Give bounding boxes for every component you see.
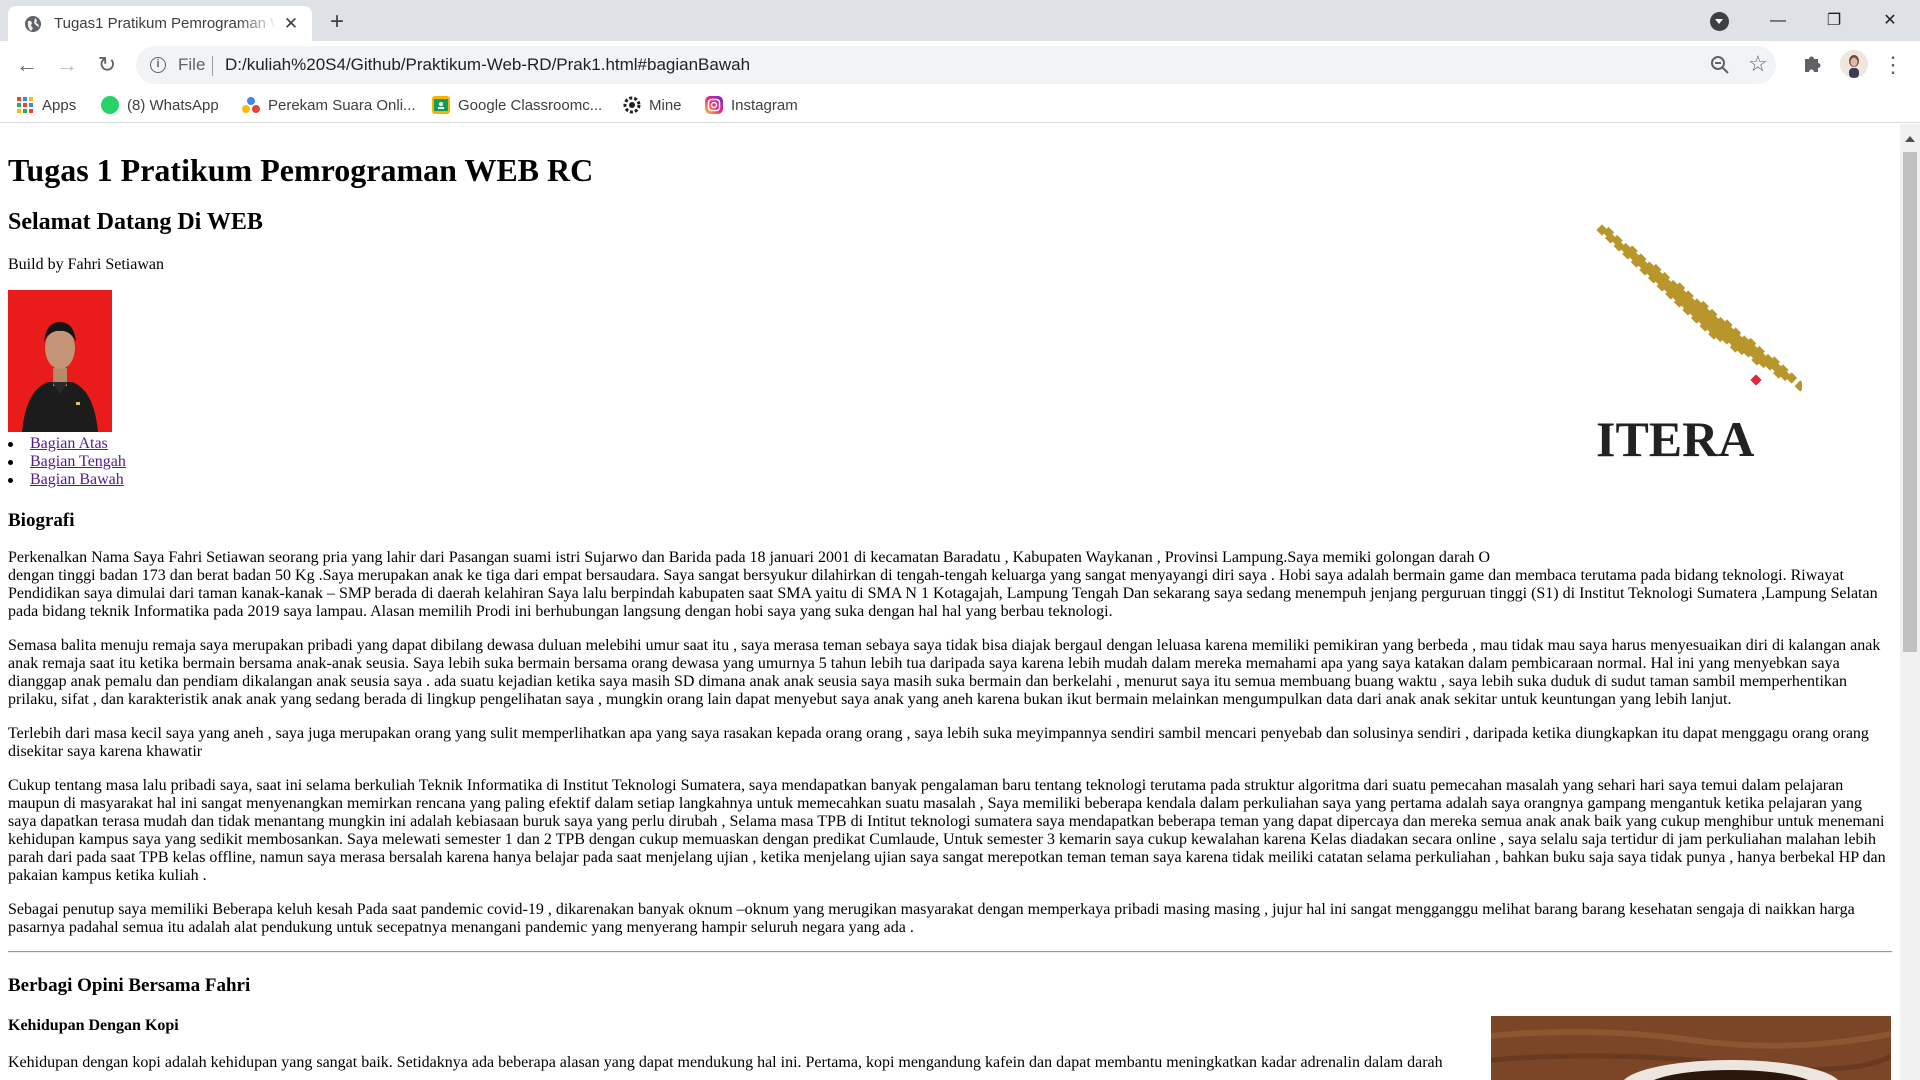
restore-button[interactable]: ❐ xyxy=(1804,0,1864,41)
bookmark-apps[interactable]: Apps xyxy=(16,96,76,116)
kopi-heading: Kehidupan Dengan Kopi xyxy=(8,1017,179,1034)
minimize-button[interactable]: — xyxy=(1748,0,1808,41)
text-line: parah dari pada saat TPB kelas offline, … xyxy=(8,849,1886,866)
close-window-button[interactable]: ✕ xyxy=(1860,0,1920,41)
link-bagian-tengah[interactable]: Bagian Tengah xyxy=(30,453,126,470)
logo-squares xyxy=(1596,224,1802,392)
url-text[interactable]: D:/kuliah%20S4/Github/Praktikum-Web-RD/P… xyxy=(225,56,750,74)
bookmark-label: (8) WhatsApp xyxy=(127,97,219,114)
bookmarks-bar: Apps (8) WhatsApp Perekam Suara Onli... … xyxy=(0,89,1920,123)
coffee-image xyxy=(1491,1016,1891,1080)
profile-photo xyxy=(8,290,112,432)
biografi-heading: Biografi xyxy=(8,510,75,531)
scroll-up-arrow-icon[interactable] xyxy=(1905,136,1915,142)
tab-search-icon[interactable] xyxy=(1710,12,1729,31)
logo-text: ITERA xyxy=(1596,411,1754,464)
recorder-icon xyxy=(242,96,260,114)
logo-red-square xyxy=(1750,374,1762,386)
text-line: Sebagai penutup saya memiliki Beberapa k… xyxy=(8,901,1855,918)
link-bagian-atas[interactable]: Bagian Atas xyxy=(30,435,108,452)
text-line: pada bidang teknik Informatika pada 2019… xyxy=(8,603,1113,620)
opini-heading: Berbagi Opini Bersama Fahri xyxy=(8,975,251,996)
welcome-heading: Selamat Datang Di WEB xyxy=(8,209,263,235)
logo-square xyxy=(1794,380,1802,392)
profile-avatar[interactable] xyxy=(1840,50,1868,78)
text-line: kehidupan kampus saya yang sedikit membo… xyxy=(8,831,1876,848)
page-title: Tugas 1 Pratikum Pemrograman WEB RC xyxy=(8,152,594,188)
bio-paragraph-1: Perkenalkan Nama Saya Fahri Setiawan seo… xyxy=(8,549,1888,621)
text-line: maupun di masyarakat hal ini sangat meny… xyxy=(8,795,1862,812)
person-portrait xyxy=(8,290,112,432)
text-line: Terlebih dari masa kecil saya yang aneh … xyxy=(8,725,1869,742)
back-button[interactable]: ← xyxy=(11,49,43,81)
bookmark-star-icon[interactable]: ☆ xyxy=(1748,52,1768,76)
text-line: pasarnya padahal semua itu adalah alat p… xyxy=(8,919,914,936)
bookmark-label: Google Classroomc... xyxy=(458,97,603,114)
url-separator xyxy=(212,56,213,76)
bookmark-label: Mine xyxy=(649,97,682,114)
globe-icon xyxy=(25,16,41,32)
bookmark-label: Apps xyxy=(42,97,77,114)
instagram-icon xyxy=(705,96,723,114)
text-line: disekitar saya karena khawatir xyxy=(8,743,203,760)
zoom-out-icon[interactable] xyxy=(1710,55,1730,75)
text-line: saya dapatkan terasa mudah dan tidak men… xyxy=(8,813,1885,830)
apps-grid-icon xyxy=(16,96,34,114)
person-icon xyxy=(1840,50,1868,78)
section-nav: Bagian Atas Bagian Tengah Bagian Bawah xyxy=(8,435,126,489)
bio-paragraph-5: Sebagai penutup saya memiliki Beberapa k… xyxy=(8,901,1888,937)
browser-menu-icon[interactable]: ⋮ xyxy=(1882,51,1904,79)
text-line: dianggap anak pemalu dan pendiam dikalan… xyxy=(8,673,1848,690)
nav-item: Bagian Atas xyxy=(8,435,126,453)
bookmark-recorder[interactable]: Perekam Suara Onli... xyxy=(242,96,416,116)
bio-paragraph-4: Cukup tentang masa lalu pribadi saya, sa… xyxy=(8,777,1888,885)
forward-button[interactable]: → xyxy=(51,49,83,81)
text-line: dengan tinggi badan 173 dan berat badan … xyxy=(8,567,1844,584)
byline: Build by Fahri Setiawan xyxy=(8,256,164,273)
whatsapp-icon xyxy=(101,96,119,114)
address-bar[interactable]: i File D:/kuliah%20S4/Github/Praktikum-W… xyxy=(136,46,1776,84)
text-line: pakaian kampus ketika kuliah . xyxy=(8,867,207,884)
coffee-cup-picture xyxy=(1491,1016,1891,1080)
browser-tab[interactable]: Tugas1 Pratikum Pemrograman WEB RC ✕ xyxy=(8,6,312,41)
text-line: anak remaja saat itu ketika bermain bers… xyxy=(8,655,1840,672)
bookmark-classroom[interactable]: Google Classroomc... xyxy=(432,96,602,116)
itera-logo: ITERA xyxy=(1596,224,1802,464)
bio-paragraph-3: Terlebih dari masa kecil saya yang aneh … xyxy=(8,725,1888,761)
site-info-icon[interactable]: i xyxy=(150,57,166,73)
text-line: prilaku, sifat , dan karakteristik anak … xyxy=(8,691,1732,708)
bookmark-whatsapp[interactable]: (8) WhatsApp xyxy=(101,96,219,116)
kopi-paragraph: Kehidupan dengan kopi adalah kehidupan y… xyxy=(8,1054,1443,1071)
tab-title-fade xyxy=(238,15,278,33)
page-scrollbar[interactable] xyxy=(1900,124,1920,1080)
close-tab-icon[interactable]: ✕ xyxy=(280,13,302,35)
text-line: Perkenalkan Nama Saya Fahri Setiawan seo… xyxy=(8,549,1490,566)
page-viewport: Tugas 1 Pratikum Pemrograman WEB RC Sela… xyxy=(0,124,1900,1080)
bio-paragraph-2: Semasa balita menuju remaja saya merupak… xyxy=(8,637,1888,709)
nav-item: Bagian Tengah xyxy=(8,453,126,471)
text-line: Cukup tentang masa lalu pribadi saya, sa… xyxy=(8,777,1844,794)
bookmark-label: Instagram xyxy=(731,97,798,114)
scrollbar-thumb[interactable] xyxy=(1903,152,1917,652)
text-line: Semasa balita menuju remaja saya merupak… xyxy=(8,637,1881,654)
bookmark-label: Perekam Suara Onli... xyxy=(268,97,416,114)
bookmark-mine[interactable]: Mine xyxy=(623,96,682,116)
browser-toolbar: ← → ↻ i File D:/kuliah%20S4/Github/Prakt… xyxy=(0,41,1920,89)
nav-item: Bagian Bawah xyxy=(8,471,126,489)
new-tab-button[interactable]: + xyxy=(323,8,351,36)
classroom-icon xyxy=(432,96,450,114)
text-line: Pendidikan saya dimulai dari taman kanak… xyxy=(8,585,1878,602)
reload-button[interactable]: ↻ xyxy=(91,49,123,81)
bookmark-instagram[interactable]: Instagram xyxy=(705,96,798,116)
section-divider xyxy=(8,951,1892,953)
extensions-puzzle-icon[interactable] xyxy=(1801,53,1823,75)
url-scheme: File xyxy=(178,55,206,74)
link-bagian-bawah[interactable]: Bagian Bawah xyxy=(30,471,124,488)
gear-icon xyxy=(623,96,641,114)
tab-strip: Tugas1 Pratikum Pemrograman WEB RC ✕ + —… xyxy=(0,0,1920,41)
